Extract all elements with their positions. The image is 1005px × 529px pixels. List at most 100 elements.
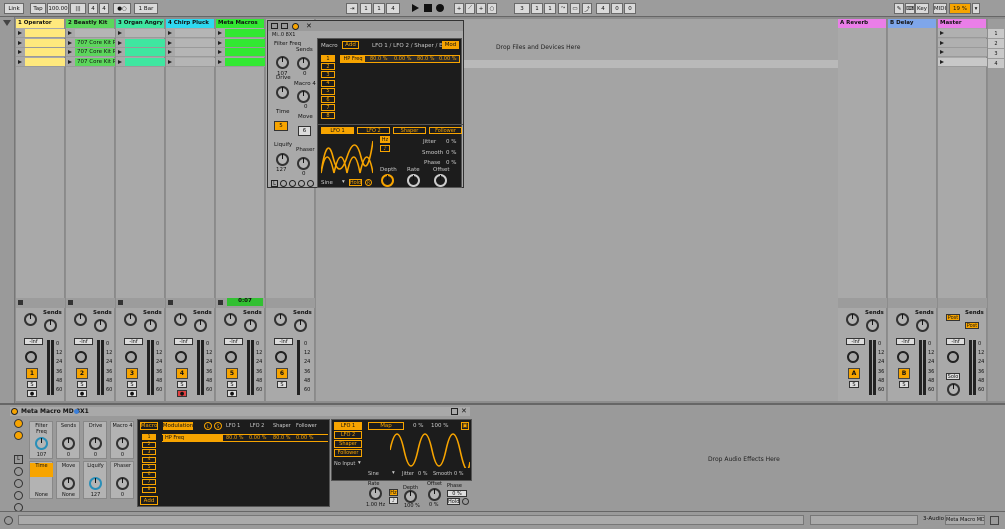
device-wave-select[interactable]: Sine [368, 471, 379, 477]
stop-clip-icon[interactable] [18, 300, 23, 305]
clip-play-icon[interactable] [168, 31, 172, 35]
return-activator-button[interactable]: A [848, 368, 860, 379]
browser-toggle-icon[interactable] [3, 20, 11, 26]
master-scene-slot[interactable] [938, 38, 987, 48]
clip-slot[interactable]: 707 Core Kit Pa [66, 57, 115, 67]
scene-play-icon[interactable] [940, 31, 944, 35]
volume-knob[interactable] [847, 351, 859, 363]
post-button[interactable]: Post [946, 314, 960, 321]
device-lfo-tab-1[interactable]: LFO 1 [334, 422, 362, 430]
device-macro-number-4[interactable]: 4 [142, 456, 156, 463]
macro-number-2[interactable]: 2 [321, 63, 335, 71]
stop-clip-icon[interactable] [68, 300, 73, 305]
clip-slot[interactable] [116, 29, 165, 38]
device-offset-knob[interactable] [428, 488, 441, 501]
volume-knob[interactable] [25, 351, 37, 363]
midi-map-button[interactable]: MIDI [933, 3, 947, 14]
track-activator-button[interactable]: 3 [126, 368, 138, 379]
device-close-icon[interactable]: ✕ [461, 407, 467, 415]
device-macro-knob[interactable] [116, 477, 129, 490]
hz-button[interactable]: Hz [380, 136, 390, 143]
post-button-2[interactable]: Post [965, 322, 979, 329]
volume-knob[interactable] [225, 351, 237, 363]
device-l-icon[interactable]: L [14, 455, 23, 464]
lfo-tab-3[interactable]: Shaper [393, 127, 426, 134]
arm-button[interactable]: ● [77, 390, 87, 397]
solo-button[interactable]: S [27, 381, 37, 388]
clip[interactable] [225, 57, 265, 66]
device-macro-knob[interactable] [89, 437, 102, 450]
clip[interactable] [225, 38, 265, 47]
send-b-knob[interactable] [294, 319, 307, 332]
device-hp-v3[interactable]: 80.0 % [273, 435, 290, 441]
power-icon[interactable] [292, 23, 299, 30]
device-macro-number-8[interactable]: 8 [142, 486, 156, 493]
device-r-icon[interactable] [14, 479, 23, 488]
scene-launch-2[interactable]: 2 [988, 39, 1004, 48]
follow-icon[interactable]: ⇥ [346, 3, 358, 14]
device-s-icon[interactable] [14, 467, 23, 476]
pos-bar-field[interactable]: 1 [360, 3, 372, 14]
solo-cue-button[interactable]: Solo [946, 373, 960, 380]
phase-value[interactable]: 0 % [446, 160, 456, 166]
liquify-knob[interactable] [276, 153, 289, 166]
bpm-field[interactable]: 100.00 [47, 3, 69, 14]
session-record-icon[interactable]: ○ [487, 3, 497, 14]
loop-switch-icon[interactable]: ▭ [570, 3, 580, 14]
clip-play-icon[interactable] [18, 31, 22, 35]
clip-play-icon[interactable] [118, 59, 122, 64]
stop-clip-icon[interactable] [118, 300, 123, 305]
save-preset-icon[interactable] [281, 23, 288, 29]
clip[interactable]: 707 Core Kit Pa [75, 48, 115, 56]
map-toggle-icon[interactable]: ▣ [461, 422, 469, 430]
master-scene-slot[interactable] [938, 29, 987, 38]
device-macro-value[interactable]: 0 [111, 492, 134, 498]
clip-play-icon[interactable] [68, 50, 72, 54]
loop-len-c[interactable]: 0 [624, 3, 636, 14]
depth-knob[interactable] [381, 174, 394, 187]
clip-play-icon[interactable] [18, 59, 22, 64]
clip-slot[interactable] [66, 29, 115, 38]
volume-field[interactable]: -Inf [846, 338, 865, 345]
volume-field[interactable]: -Inf [124, 338, 143, 345]
clip[interactable] [175, 29, 215, 37]
device-phase-field[interactable]: 0 % [447, 490, 467, 497]
clip-play-icon[interactable] [168, 59, 172, 64]
device-macro-8[interactable]: Phaser 0 [110, 461, 134, 499]
track-activator-button[interactable]: 6 [276, 368, 288, 379]
arr-pos-c[interactable]: 1 [544, 3, 556, 14]
macro-number-8[interactable]: 8 [321, 112, 335, 120]
clip-play-icon[interactable] [218, 50, 222, 54]
send-b-knob[interactable] [144, 319, 157, 332]
clip-play-icon[interactable] [18, 50, 22, 54]
volume-field[interactable]: -Inf [946, 338, 965, 345]
device-smooth-value[interactable]: 0 % [454, 471, 464, 477]
clip[interactable] [125, 29, 165, 37]
computer-keyboard-icon[interactable]: ⌨ [905, 3, 915, 14]
device-sync-icon[interactable]: ♪ [389, 497, 398, 504]
device-macro-value[interactable]: 107 [30, 452, 53, 458]
track-title[interactable]: 2 Beastly Kit [66, 19, 114, 28]
clip[interactable] [75, 29, 115, 37]
automation-icon[interactable]: ⟋ [465, 3, 475, 14]
clip-play-icon[interactable] [68, 31, 72, 35]
overdub-icon[interactable]: + [454, 3, 464, 14]
device-lfo-tab-2[interactable]: LFO 2 [334, 431, 362, 439]
rate-knob[interactable] [407, 174, 420, 187]
clip-play-icon[interactable] [218, 40, 222, 45]
clip[interactable] [175, 57, 215, 66]
clip-slot[interactable] [216, 48, 265, 57]
quantize-select[interactable]: 1 Bar [134, 3, 158, 14]
clip-slot[interactable] [116, 57, 165, 67]
return-title[interactable]: A Reverb [838, 19, 886, 28]
draw-mode-icon[interactable]: ✎ [894, 3, 904, 14]
send-a-knob[interactable] [24, 313, 37, 326]
smooth-value[interactable]: 0 % [446, 150, 456, 156]
clip-slot[interactable] [216, 38, 265, 48]
solo-button[interactable]: S [899, 381, 909, 388]
device-add-button[interactable]: Add [140, 496, 158, 505]
volume-field[interactable]: -Inf [74, 338, 93, 345]
device-macro-value[interactable]: 0 [57, 452, 80, 458]
arm-button[interactable]: ● [127, 390, 137, 397]
device-macro-7[interactable]: Liquify 127 [83, 461, 107, 499]
